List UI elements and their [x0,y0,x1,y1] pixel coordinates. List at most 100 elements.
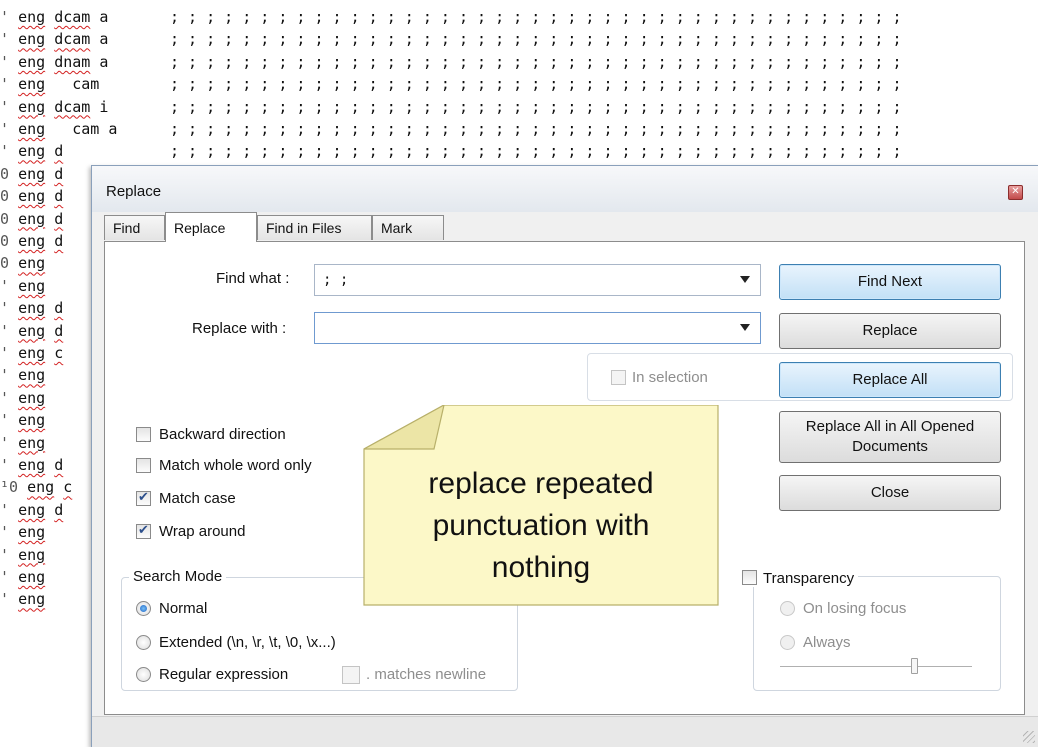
search-mode-title: Search Mode [129,568,227,585]
line-word: dnam [54,52,91,71]
line-word: eng [18,344,46,362]
editor-line: ' eng [0,588,54,610]
in-selection-checkbox[interactable] [611,370,626,385]
line-word: eng [18,276,46,295]
line-prefix: ' [0,433,10,452]
line-prefix: ' [0,75,10,94]
chevron-down-icon[interactable] [740,324,750,331]
matches-newline-label: . matches newline [366,666,487,683]
line-word: c [63,478,73,497]
close-icon[interactable]: ✕ [1008,185,1023,200]
match-case-checkbox[interactable] [136,489,151,506]
transparency-checkbox[interactable] [742,570,757,585]
line-prefix: ' [0,276,10,295]
tab-find-in-files[interactable]: Find in Files [257,215,372,240]
line-prefix: ' [0,52,10,71]
replace-all-button[interactable]: Replace All [779,362,1001,398]
find-next-button[interactable]: Find Next [779,264,1001,300]
normal-radio[interactable] [136,601,151,616]
line-punctuation: ; ; ; ; ; ; ; ; ; ; ; ; ; ; ; ; ; ; ; ; … [170,97,902,116]
resize-grip-icon[interactable] [1023,731,1035,743]
on-losing-focus-label: On losing focus [803,600,907,617]
extended-radio[interactable] [136,635,151,650]
editor-line: ' eng d [0,499,63,521]
tab-find[interactable]: Find [104,215,165,240]
transparency-slider[interactable] [780,666,972,671]
line-word: eng [18,97,46,116]
replace-with-combo[interactable] [314,312,761,344]
on-losing-focus-radio[interactable] [780,601,795,616]
line-word: eng [18,388,46,407]
find-what-combo[interactable]: ; ; [314,264,761,296]
line-prefix: 0 [0,187,10,206]
dialog-titlebar[interactable]: Replace ✕ [92,166,1038,212]
line-prefix: ' [0,97,10,116]
backward-direction-checkbox[interactable] [136,427,151,442]
wrap-around-label: Wrap around [159,523,246,540]
editor-line: 0 eng [0,252,54,274]
line-word: eng [18,120,46,138]
line-prefix: ' [0,142,10,161]
editor-line: ' eng [0,364,54,386]
line-tail: cam a [54,120,118,138]
line-punctuation: ; ; ; ; ; ; ; ; ; ; ; ; ; ; ; ; ; ; ; ; … [170,120,902,138]
editor-line: ' eng [0,521,54,543]
line-punctuation: ; ; ; ; ; ; ; ; ; ; ; ; ; ; ; ; ; ; ; ; … [170,142,902,161]
line-word: eng [18,545,46,564]
line-prefix: ' [0,411,10,430]
transparency-slider-thumb[interactable] [911,658,919,674]
line-word: d [54,456,64,474]
line-word: c [54,344,64,362]
line-word: eng [18,30,46,49]
wrap-around-checkbox[interactable] [136,522,151,539]
line-word: d [54,187,64,206]
line-prefix: ¹0 [0,478,19,497]
line-word: eng [18,164,46,183]
editor-line: ' eng [0,387,54,409]
editor-line: ' eng d [0,454,63,476]
match-whole-word-checkbox[interactable] [136,458,151,473]
transparency-label: Transparency [763,570,855,587]
line-tail: a [90,52,109,71]
line-word: eng [18,52,46,71]
editor-line: 0 eng d [0,185,63,207]
line-prefix: ' [0,120,10,138]
matches-newline-checkbox[interactable] [342,666,360,684]
line-word: eng [18,209,46,228]
backward-direction-label: Backward direction [159,426,286,443]
line-word: dcam [54,8,91,26]
tab-replace[interactable]: Replace [165,212,257,242]
line-prefix: 0 [0,209,10,228]
editor-line: ' eng dcam i ; ; ; ; ; ; ; ; ; ; ; ; ; ; … [0,96,902,118]
line-prefix: ' [0,8,10,26]
editor-line: ' eng cam a ; ; ; ; ; ; ; ; ; ; ; ; ; ; ;… [0,118,902,140]
line-prefix: ' [0,523,10,542]
dialog-title: Replace [106,183,162,200]
editor-line: ' eng c [0,342,63,364]
tab-mark[interactable]: Mark [372,215,444,240]
line-prefix: ' [0,388,10,407]
replace-all-opened-button[interactable]: Replace All in All Opened Documents [779,411,1001,463]
line-word: eng [18,299,46,318]
line-word: eng [18,187,46,206]
replace-with-label: Replace with : [192,320,287,337]
editor-line: ' eng dnam a ; ; ; ; ; ; ; ; ; ; ; ; ; ; … [0,51,902,73]
line-tail: a [90,8,109,26]
close-button[interactable]: Close [779,475,1001,511]
editor-line: 0 eng d [0,208,63,230]
line-prefix: ' [0,456,10,474]
line-word: eng [18,254,46,273]
line-punctuation: ; ; ; ; ; ; ; ; ; ; ; ; ; ; ; ; ; ; ; ; … [170,52,902,71]
line-punctuation: ; ; ; ; ; ; ; ; ; ; ; ; ; ; ; ; ; ; ; ; … [170,75,902,94]
extended-label: Extended (\n, \r, \t, \0, \x...) [159,634,336,651]
line-prefix: ' [0,299,10,318]
always-radio[interactable] [780,635,795,650]
line-word: d [54,500,64,519]
line-word: eng [27,478,55,497]
replace-button[interactable]: Replace [779,313,1001,349]
chevron-down-icon[interactable] [740,276,750,283]
line-word: eng [18,232,46,250]
regex-radio[interactable] [136,667,151,682]
line-prefix: ' [0,344,10,362]
line-tail: cam [54,75,100,94]
